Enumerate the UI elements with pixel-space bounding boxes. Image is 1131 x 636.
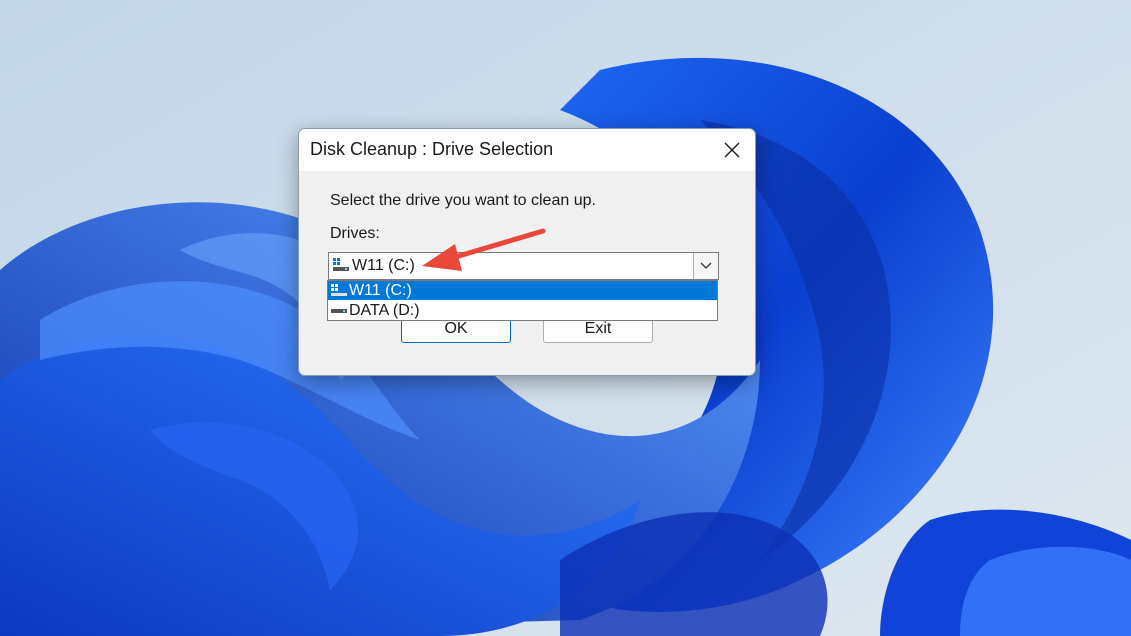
drive-option-c[interactable]: W11 (C:) bbox=[328, 281, 717, 300]
drives-combobox[interactable]: W11 (C:) bbox=[328, 252, 719, 280]
drive-option-d[interactable]: DATA (D:) bbox=[328, 301, 717, 320]
drive-option-label: DATA (D:) bbox=[349, 302, 420, 319]
disk-cleanup-dialog: Disk Cleanup : Drive Selection Select th… bbox=[298, 128, 756, 376]
drive-option-label: W11 (C:) bbox=[349, 282, 412, 299]
title-bar[interactable]: Disk Cleanup : Drive Selection bbox=[299, 129, 755, 171]
windows-drive-icon bbox=[333, 258, 349, 271]
instruction-text: Select the drive you want to clean up. bbox=[330, 192, 596, 209]
dropdown-toggle[interactable] bbox=[693, 253, 718, 279]
drives-label: Drives: bbox=[330, 225, 380, 242]
windows-drive-icon bbox=[331, 284, 347, 296]
selected-drive: W11 (C:) bbox=[352, 257, 415, 274]
dialog-title: Disk Cleanup : Drive Selection bbox=[310, 139, 554, 159]
close-button[interactable] bbox=[709, 129, 755, 171]
close-icon bbox=[724, 142, 740, 158]
drives-dropdown-list: W11 (C:) DATA (D:) bbox=[327, 280, 718, 321]
chevron-down-icon bbox=[700, 262, 712, 269]
drive-icon bbox=[331, 309, 347, 313]
